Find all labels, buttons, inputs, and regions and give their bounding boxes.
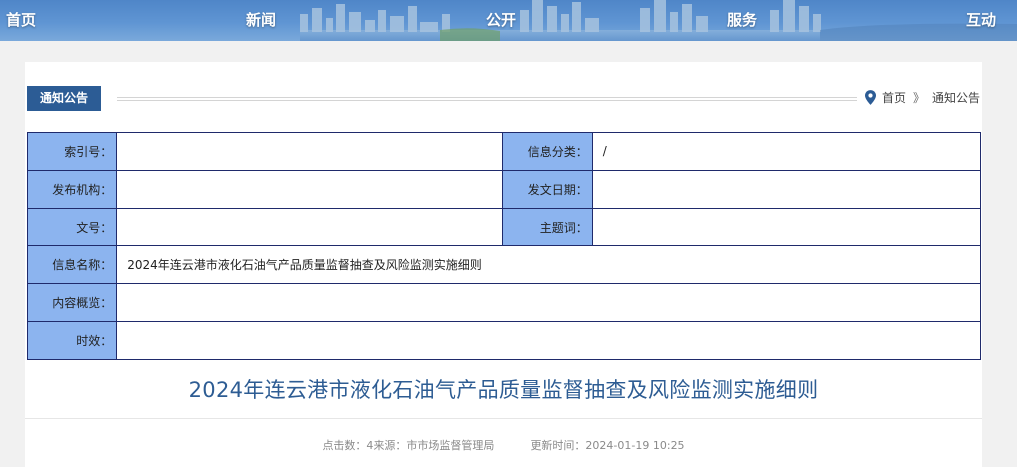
section-tab: 通知公告 [27, 86, 101, 111]
name-value: 2024年连云港市液化石油气产品质量监督抽查及风险监测实施细则 [117, 246, 980, 284]
table-row: 内容概览： [28, 284, 980, 322]
article-source: 来源：市市场监督管理局 [373, 439, 495, 452]
top-banner: 首页 新闻 公开 服务 互动 [0, 0, 1017, 41]
map-pin-icon [864, 90, 876, 105]
subject-value [592, 208, 980, 246]
table-row: 时效： [28, 322, 980, 359]
table-row: 索引号： 信息分类： / [28, 133, 980, 170]
docno-value [117, 208, 503, 246]
breadcrumb-separator: 》 [912, 91, 925, 105]
breadcrumb: 首页 》 通知公告 [864, 89, 980, 106]
subject-label: 主题词： [503, 208, 592, 246]
docno-label: 文号： [28, 208, 117, 246]
nav-interact[interactable]: 互动 [966, 9, 996, 30]
table-row: 发布机构： 发文日期： [28, 170, 980, 208]
section-divider [117, 97, 857, 101]
summary-label: 内容概览： [28, 284, 117, 322]
nav-service[interactable]: 服务 [727, 9, 757, 30]
category-label: 信息分类： [503, 133, 592, 170]
breadcrumb-home[interactable]: 首页 [882, 89, 906, 106]
update-time: 更新时间：2024-01-19 10:25 [530, 439, 685, 452]
category-value: / [592, 133, 980, 170]
info-table: 索引号： 信息分类： / 发布机构： 发文日期： 文号： 主题词： 信息名称： … [27, 132, 981, 360]
table-row: 文号： 主题词： [28, 208, 980, 246]
nav-home[interactable]: 首页 [6, 9, 36, 30]
date-value [592, 170, 980, 208]
article-title: 2024年连云港市液化石油气产品质量监督抽查及风险监测实施细则 [188, 378, 819, 402]
date-label: 发文日期： [503, 170, 592, 208]
table-row: 信息名称： 2024年连云港市液化石油气产品质量监督抽查及风险监测实施细则 [28, 246, 980, 284]
summary-value [117, 284, 980, 322]
title-divider [25, 418, 982, 419]
click-count: 点击数：4 [322, 439, 374, 452]
validity-value [117, 322, 980, 359]
publisher-label: 发布机构： [28, 170, 117, 208]
name-label: 信息名称： [28, 246, 117, 284]
article-meta: 点击数：4来源：市市场监督管理局 更新时间：2024-01-19 10:25 [25, 437, 982, 453]
index-value [117, 133, 503, 170]
nav-news[interactable]: 新闻 [246, 9, 276, 30]
index-label: 索引号： [28, 133, 117, 170]
publisher-value [117, 170, 503, 208]
nav-public[interactable]: 公开 [486, 9, 516, 30]
content-panel: 通知公告 首页 》 通知公告 索引号： 信息分类： / 发布机构： 发文日期： [25, 62, 982, 467]
validity-label: 时效： [28, 322, 117, 359]
breadcrumb-current[interactable]: 通知公告 [932, 89, 980, 106]
